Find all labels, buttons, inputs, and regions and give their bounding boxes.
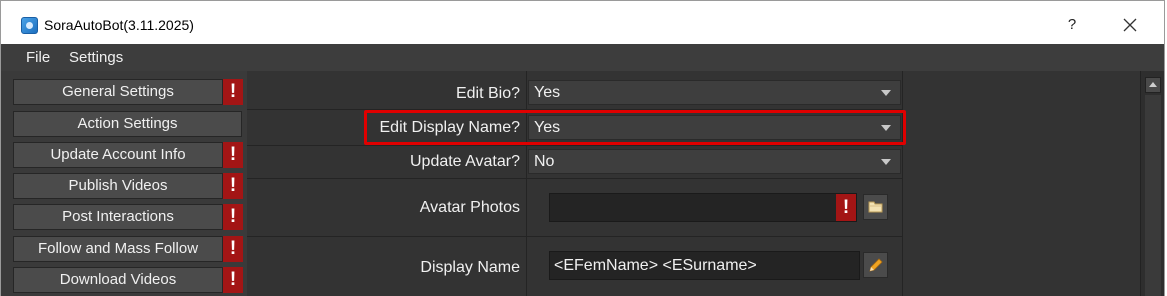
warning-icon: ! [222, 236, 243, 262]
content-area: General Settings ! Action Settings Updat… [1, 71, 1164, 296]
update-avatar-label: Update Avatar? [409, 153, 520, 170]
scroll-up-icon[interactable] [1145, 77, 1161, 93]
display-name-label: Display Name [420, 259, 520, 276]
edit-display-name-value: Yes [534, 119, 561, 136]
chevron-down-icon [881, 159, 891, 165]
update-avatar-value: No [534, 153, 555, 170]
help-button[interactable]: ? [1057, 12, 1087, 38]
display-name-value: <EFemName> <ESurname> [554, 257, 757, 274]
avatar-photos-label: Avatar Photos [419, 199, 520, 216]
app-window: SoraAutoBot(3.11.2025) ? File Settings G… [0, 0, 1165, 296]
form-row-display-name: Display Name <EFemName> <ESurname> [247, 236, 903, 296]
sidebar-item-general-settings[interactable]: General Settings ! [13, 79, 243, 105]
update-avatar-select[interactable]: No [528, 149, 901, 174]
edit-bio-label: Edit Bio? [455, 85, 520, 102]
sidebar-item-label: Post Interactions [62, 208, 174, 225]
edit-display-name-button[interactable] [863, 252, 888, 278]
scroll-track[interactable] [1145, 95, 1161, 296]
browse-folder-button[interactable] [863, 194, 888, 220]
warning-icon: ! [222, 79, 243, 105]
edit-display-name-label: Edit Display Name? [379, 119, 521, 136]
warning-icon: ! [222, 204, 243, 230]
sidebar-item-update-account-info[interactable]: Update Account Info ! [13, 142, 243, 168]
form-row-edit-display-name: Edit Display Name? Yes [247, 109, 903, 146]
chevron-down-icon [881, 125, 891, 131]
edit-bio-select[interactable]: Yes [528, 80, 901, 105]
form-row-edit-bio: Edit Bio? Yes [247, 71, 903, 110]
close-icon [1123, 18, 1137, 32]
sidebar-item-follow-and-mass-follow[interactable]: Follow and Mass Follow ! [13, 236, 243, 262]
sidebar-item-label: Update Account Info [50, 146, 186, 163]
edit-display-name-select[interactable]: Yes [528, 115, 901, 140]
sidebar-item-download-videos[interactable]: Download Videos ! [13, 267, 243, 293]
sidebar-item-label: Action Settings [77, 115, 178, 132]
sidebar-item-label: Follow and Mass Follow [37, 240, 199, 257]
sidebar: General Settings ! Action Settings Updat… [1, 71, 247, 296]
form-row-avatar-photos: Avatar Photos ! [247, 178, 903, 237]
display-name-field[interactable]: <EFemName> <ESurname> [549, 251, 860, 280]
settings-form: Edit Bio? Yes Edit Display Name? Yes Upd… [247, 71, 1140, 296]
warning-icon: ! [222, 267, 243, 293]
sidebar-item-action-settings[interactable]: Action Settings [13, 111, 242, 137]
close-button[interactable] [1115, 12, 1145, 38]
vertical-scrollbar[interactable] [1140, 71, 1164, 296]
edit-bio-value: Yes [534, 84, 561, 101]
app-logo-icon [21, 17, 38, 34]
pencil-icon [869, 258, 883, 272]
window-title: SoraAutoBot(3.11.2025) [44, 17, 194, 33]
warning-icon: ! [222, 142, 243, 168]
sidebar-item-label: Download Videos [59, 271, 177, 288]
warning-icon: ! [222, 173, 243, 199]
form-row-update-avatar: Update Avatar? No [247, 145, 903, 179]
title-bar: SoraAutoBot(3.11.2025) ? [1, 1, 1164, 44]
folder-icon [868, 201, 883, 213]
menu-file[interactable]: File [26, 48, 50, 67]
chevron-down-icon [881, 90, 891, 96]
sidebar-item-publish-videos[interactable]: Publish Videos ! [13, 173, 243, 199]
menu-bar: File Settings [1, 44, 1164, 71]
sidebar-item-post-interactions[interactable]: Post Interactions ! [13, 204, 243, 230]
sidebar-item-label: General Settings [62, 83, 174, 100]
sidebar-item-label: Publish Videos [68, 177, 168, 194]
avatar-photos-field[interactable]: ! [549, 193, 857, 222]
menu-settings[interactable]: Settings [69, 48, 123, 67]
warning-icon: ! [836, 194, 856, 221]
